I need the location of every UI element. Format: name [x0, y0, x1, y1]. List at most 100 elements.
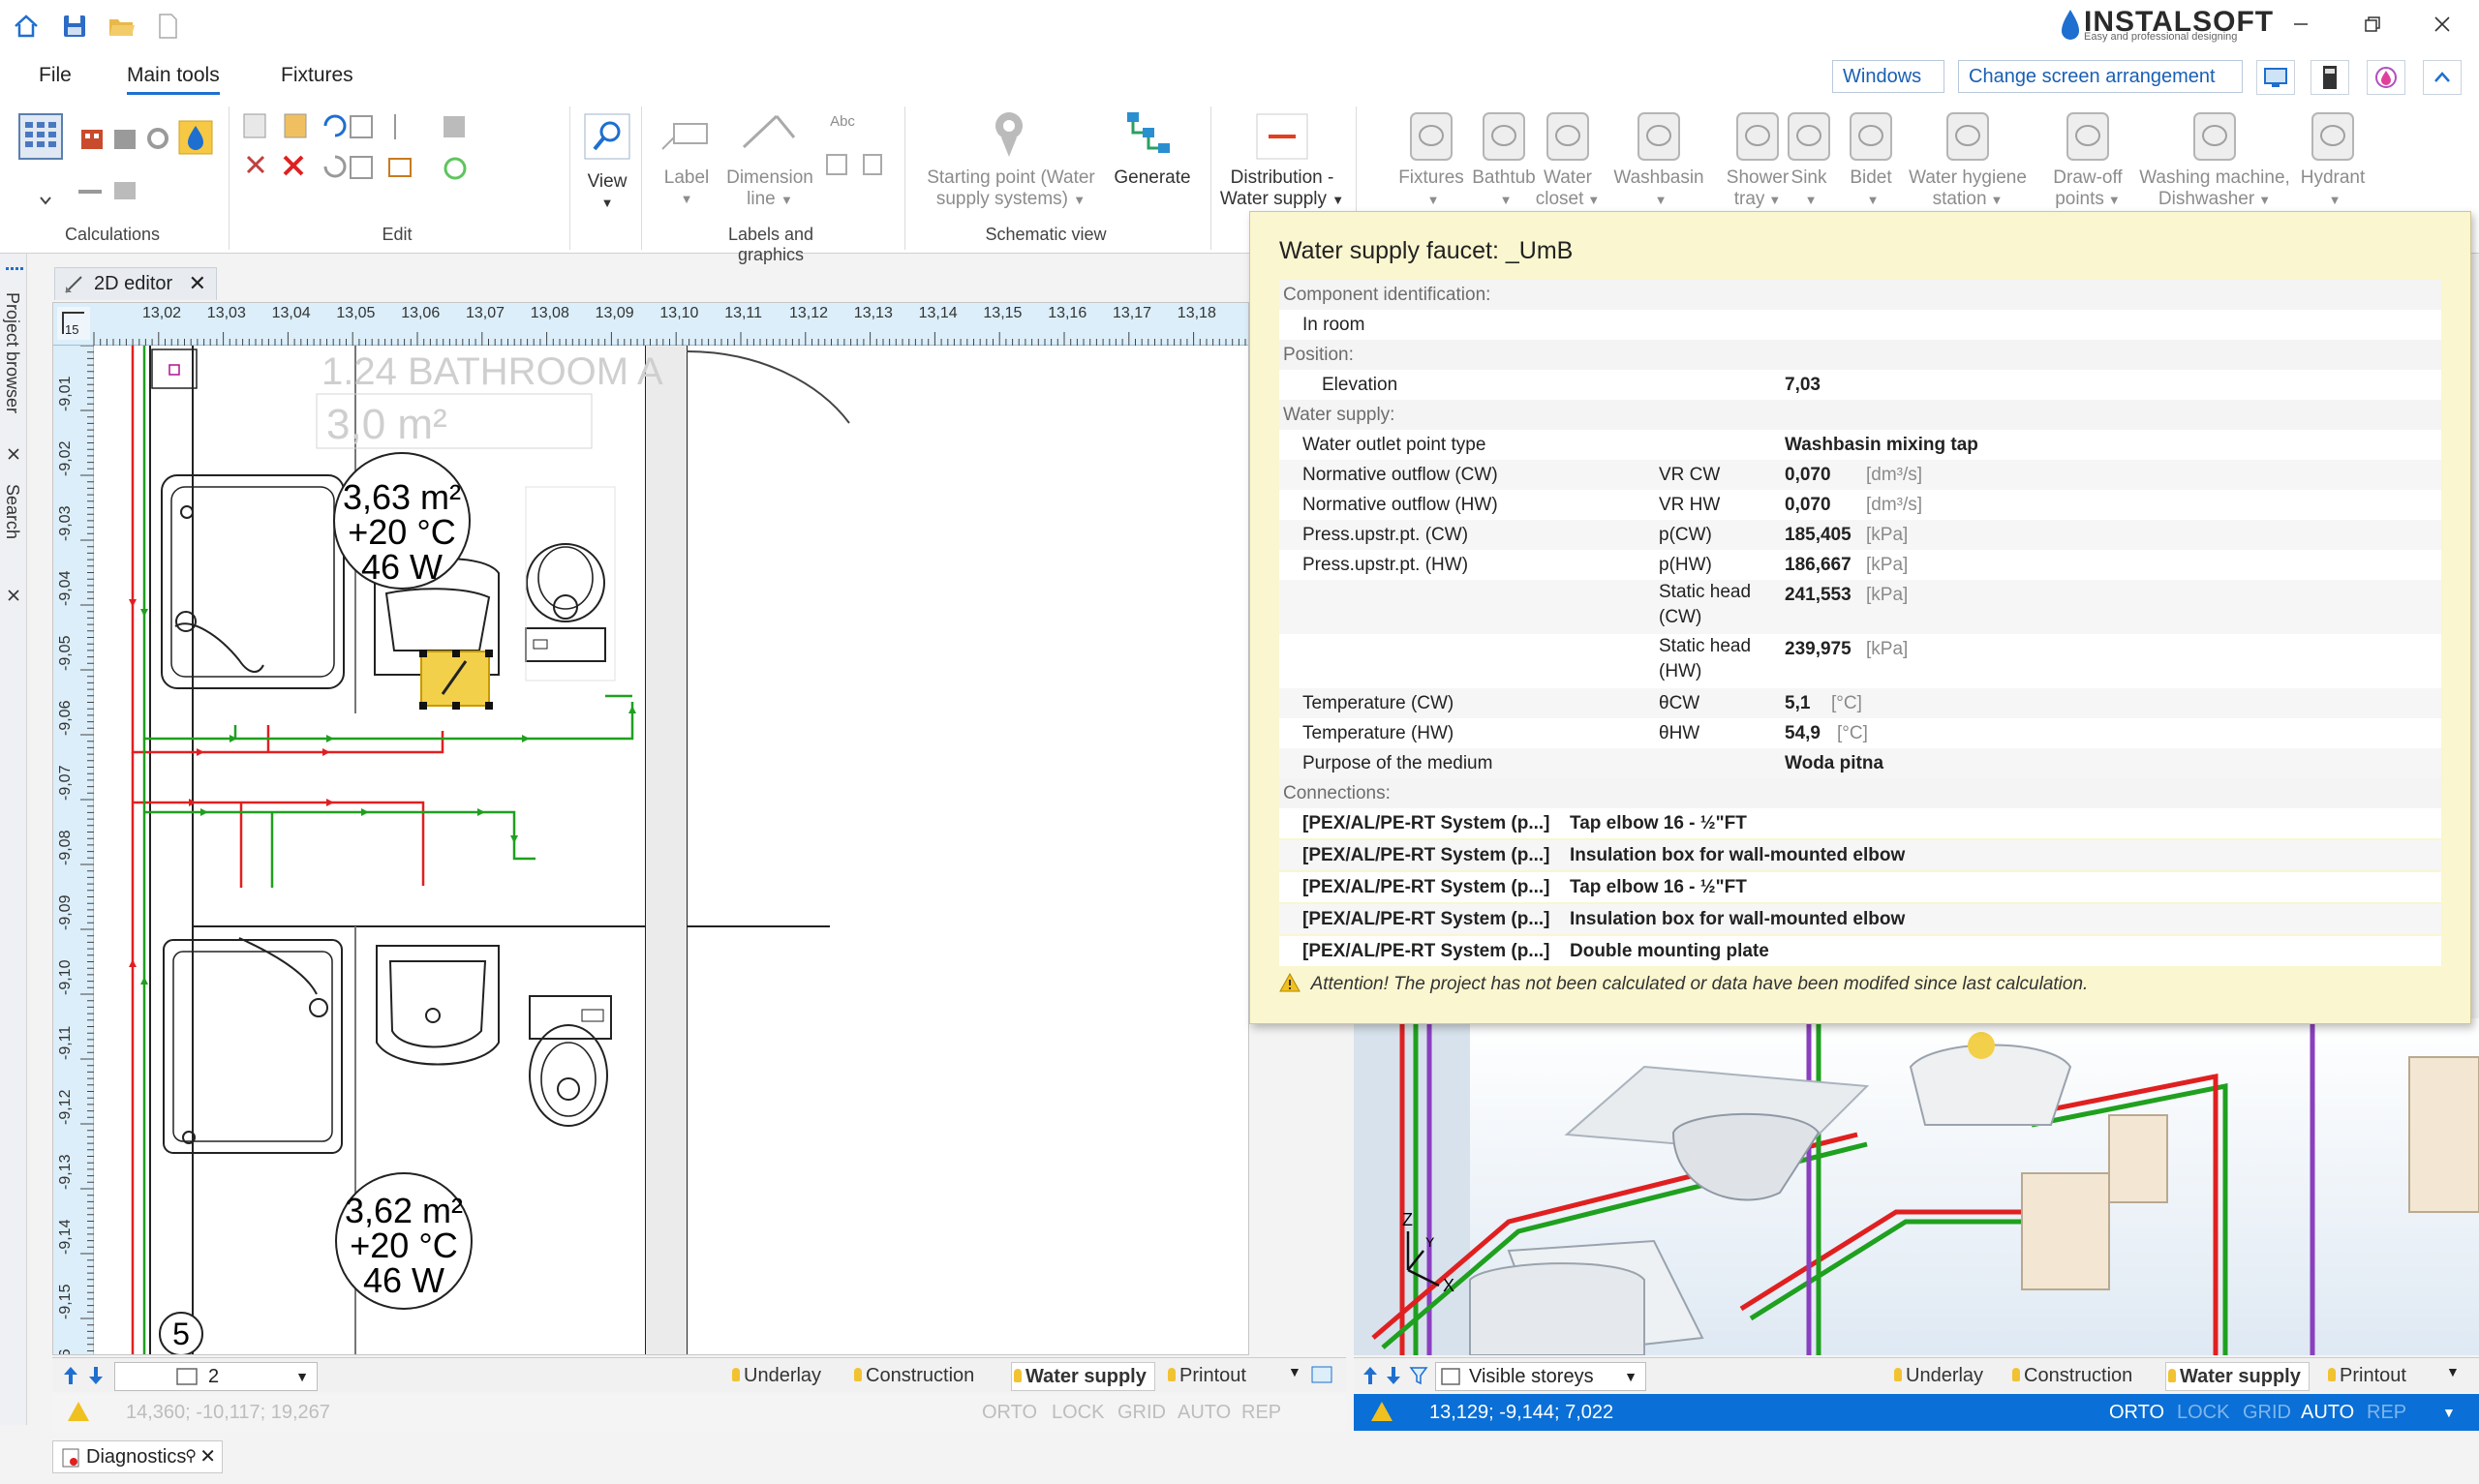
menu-file[interactable]: File	[39, 64, 72, 87]
chevron-down-icon[interactable]	[31, 190, 60, 213]
chevron-down-icon: ▼	[1866, 193, 1880, 207]
row-symbol: VR CW	[1659, 465, 1721, 485]
distribution-label-2[interactable]: Water supply ▼	[1216, 188, 1348, 211]
calculator-grid-icon[interactable]	[17, 110, 64, 165]
grid-toggle-left[interactable]: GRID	[1117, 1394, 1166, 1431]
close-icon[interactable]: ✕	[189, 268, 206, 299]
distribution-icon[interactable]	[1255, 112, 1309, 161]
close-icon[interactable]	[7, 447, 20, 461]
collapse-ribbon-button[interactable]	[2423, 60, 2462, 95]
save-icon[interactable]	[60, 12, 89, 41]
arrow-up-icon[interactable]	[60, 1364, 81, 1387]
grid-toggle-right[interactable]: GRID	[2243, 1394, 2291, 1431]
storey-select[interactable]: 2 ▼	[114, 1362, 318, 1391]
orto-toggle-right[interactable]: ORTO	[2109, 1394, 2164, 1431]
drawing-canvas-2d[interactable]: 13,02 13,03 13,04 13,05 13,06 13,07 13,08 13,09…	[52, 302, 1249, 1355]
dimension-line-icon[interactable]	[738, 108, 800, 159]
orto-toggle-left[interactable]: ORTO	[982, 1394, 1037, 1431]
connection-row: [PEX/AL/PE-RT System (p...] Insulation bo…	[1279, 904, 2441, 934]
search-tab[interactable]: Search	[2, 484, 22, 539]
gears-icon[interactable]	[143, 124, 172, 153]
layer-construction-left[interactable]: Construction	[852, 1362, 982, 1389]
tab-2d-editor[interactable]: 2D editor ✕	[54, 267, 217, 300]
layers-icon[interactable]	[1309, 1364, 1334, 1387]
layer-printout-right[interactable]: Printout	[2326, 1362, 2414, 1389]
new-document-icon[interactable]	[153, 12, 182, 41]
table-grey-icon[interactable]	[110, 176, 139, 205]
windows-select[interactable]: Windows ▼	[1832, 60, 1944, 116]
layer-construction-right[interactable]: Construction	[2010, 1362, 2140, 1389]
restore-button[interactable]	[2353, 10, 2392, 45]
drop-settings-button[interactable]	[2367, 60, 2405, 95]
fixture-button-7[interactable]: Water hygiene station ▼	[1902, 106, 2034, 217]
static-cw-unit: [kPa]	[1866, 585, 1909, 605]
group-labels-graphics-label: Labels and graphics	[727, 225, 814, 264]
abc-tool[interactable]: Abc	[823, 110, 862, 133]
open-folder-icon[interactable]	[107, 12, 136, 41]
auto-toggle-right[interactable]: AUTO	[2301, 1394, 2354, 1431]
row-temperature-cw: Temperature (CW) θCW 5,1 [°C]	[1279, 688, 2441, 718]
starting-point-icon[interactable]	[988, 106, 1030, 161]
label-icon[interactable]	[658, 114, 713, 157]
starting-point-label-2[interactable]: supply systems) ▼	[914, 188, 1108, 211]
dimension-line-label-2[interactable]: line ▼	[717, 188, 823, 211]
tooltip-properties: Component identification: In room Positi…	[1279, 280, 2441, 1161]
fixture-icon	[1637, 112, 1680, 161]
tab-diagnostics[interactable]: Diagnostics ⚲ ✕	[52, 1440, 223, 1473]
filter-icon[interactable]	[1408, 1364, 1429, 1387]
lock-toggle-right[interactable]: LOCK	[2177, 1394, 2229, 1431]
minimize-button[interactable]	[2281, 10, 2320, 45]
layer-printout-left[interactable]: Printout	[1166, 1362, 1254, 1389]
close-icon[interactable]	[7, 589, 20, 602]
screen-arrangement-select[interactable]: Change screen arrangement ▼	[1958, 60, 2243, 116]
arrow-up-icon[interactable]	[1360, 1364, 1381, 1387]
generate-icon[interactable]	[1123, 106, 1176, 161]
arrow-down-icon[interactable]	[85, 1364, 107, 1387]
graphics-tools-icon[interactable]	[825, 151, 893, 178]
ruler-corner[interactable]: 15	[57, 307, 90, 340]
layer-underlay-right-label: Underlay	[1906, 1365, 1984, 1386]
bulb-icon	[2012, 1368, 2020, 1381]
row-temperature-hw: Temperature (HW) θHW 54,9 [°C]	[1279, 718, 2441, 748]
line-tool-icon[interactable]	[76, 180, 105, 203]
monitor-button[interactable]	[2256, 60, 2295, 95]
starting-point-label[interactable]: Starting point (Water	[914, 167, 1108, 189]
generate-button[interactable]: Generate	[1104, 167, 1201, 189]
menu-fixtures[interactable]: Fixtures	[281, 64, 353, 87]
view-button[interactable]: View ▼	[581, 108, 633, 217]
rep-toggle-left[interactable]: REP	[1241, 1394, 1281, 1431]
home-icon[interactable]	[12, 12, 41, 41]
fixture-button-10[interactable]: Hydrant ▼	[2289, 106, 2376, 217]
chevron-down-icon[interactable]: ▼	[2446, 1364, 2460, 1379]
label-button-label[interactable]: Label	[655, 167, 719, 189]
layer-underlay-left[interactable]: Underlay	[730, 1362, 829, 1389]
dots-icon	[6, 267, 23, 270]
calculator-button[interactable]	[2311, 60, 2349, 95]
water-drop-icon[interactable]	[178, 120, 213, 155]
layer-water-supply-right[interactable]: Water supply	[2165, 1362, 2310, 1391]
chevron-down-icon[interactable]: ▼	[2442, 1394, 2456, 1431]
row-label: Press.upstr.pt. (CW)	[1302, 525, 1469, 545]
close-window-button[interactable]	[2423, 10, 2462, 45]
layer-underlay-right[interactable]: Underlay	[1892, 1362, 1991, 1389]
row-symbol: p(CW)	[1659, 525, 1712, 545]
edit-tools-icons[interactable]	[242, 110, 474, 207]
visible-storeys-select[interactable]: Visible storeys ▼	[1435, 1362, 1646, 1391]
distribution-label[interactable]: Distribution -	[1216, 167, 1348, 189]
building-grey-icon[interactable]	[110, 124, 139, 153]
arrow-down-icon[interactable]	[1383, 1364, 1404, 1387]
auto-toggle-left[interactable]: AUTO	[1178, 1394, 1231, 1431]
connection-system: [PEX/AL/PE-RT System (p...]	[1302, 909, 1550, 929]
connection-system: [PEX/AL/PE-RT System (p...]	[1302, 941, 1550, 961]
project-browser-tab[interactable]: Project browser	[2, 292, 22, 413]
menu-main-tools[interactable]: Main tools	[127, 64, 220, 95]
rep-toggle-right[interactable]: REP	[2367, 1394, 2406, 1431]
ribbon-separator	[904, 106, 905, 250]
chevron-down-icon[interactable]: ▼	[1288, 1364, 1301, 1379]
close-icon[interactable]: ✕	[199, 1441, 216, 1472]
lock-toggle-left[interactable]: LOCK	[1052, 1394, 1104, 1431]
dimension-line-label[interactable]: Dimension	[717, 167, 823, 189]
pin-icon[interactable]: ⚲	[185, 1441, 197, 1472]
layer-water-supply-left[interactable]: Water supply	[1011, 1362, 1155, 1391]
building-calc-icon[interactable]	[77, 124, 107, 153]
